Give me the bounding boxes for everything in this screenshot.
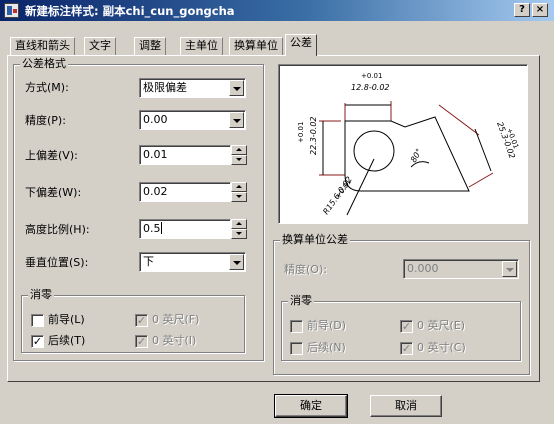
tolerance-format-title: 公差格式 [20, 57, 68, 71]
tab-lines-arrows[interactable]: 直线和箭头 [10, 37, 75, 55]
dimension-line [346, 158, 375, 216]
extension-line [468, 172, 494, 188]
title-bar[interactable]: 新建标注样式: 副本chi_cun_gongcha ? × [0, 0, 554, 21]
app-icon [4, 3, 19, 18]
tab-alternate-units[interactable]: 换算单位 [229, 37, 283, 55]
alt-trailing-checkbox[interactable] [290, 342, 303, 355]
alt-precision-dropdown-icon[interactable] [502, 261, 517, 277]
spin-down-icon[interactable] [231, 229, 247, 239]
alt-trailing-label: 后续(N) [307, 341, 346, 354]
window-title: 新建标注样式: 副本chi_cun_gongcha [25, 4, 235, 18]
dimension-style-dialog: 新建标注样式: 副本chi_cun_gongcha ? × 直线和箭头 文字 调… [0, 0, 554, 424]
spin-down-icon[interactable] [231, 192, 247, 202]
upper-value-input[interactable]: 0.01 [139, 145, 231, 165]
alt-unit-tolerance-title: 换算单位公差 [280, 233, 350, 247]
upper-value-spinner[interactable] [231, 145, 247, 165]
precision-dropdown-icon[interactable] [229, 112, 244, 128]
extension-line [438, 104, 480, 136]
lower-value-input[interactable]: 0.02 [139, 182, 231, 202]
zero-suppression-title: 消零 [28, 288, 54, 302]
close-button[interactable]: × [532, 3, 548, 17]
alt-inches-label: 0 英寸(C) [417, 341, 466, 354]
feet-label: 0 英尺(F) [152, 313, 200, 326]
alt-zero-suppression-title: 消零 [288, 294, 314, 308]
scaling-height-spinner[interactable] [231, 219, 247, 239]
alt-inches-checkbox[interactable]: ✓ [400, 342, 413, 355]
preview-pane: +0.01 12.8-0.02 +0.01 22.3-0.02 +0.01 25… [278, 64, 528, 224]
preview-drawing: +0.01 12.8-0.02 +0.01 22.3-0.02 +0.01 25… [297, 72, 520, 216]
alt-feet-label: 0 英尺(E) [417, 319, 466, 332]
precision-value: 0.00 [143, 113, 168, 126]
dim-top-upper: +0.01 [361, 72, 382, 80]
tab-fit[interactable]: 调整 [134, 37, 166, 55]
leading-checkbox[interactable] [31, 314, 44, 327]
tab-tolerances[interactable]: 公差 [285, 34, 317, 56]
cancel-button[interactable]: 取消 [370, 395, 442, 417]
dim-top-main: 12.8-0.02 [351, 83, 390, 92]
method-dropdown-icon[interactable] [229, 80, 244, 96]
dim-left-main: 22.3-0.02 [309, 116, 318, 155]
vertical-position-label: 垂直位置(S): [25, 256, 89, 269]
tab-text[interactable]: 文字 [84, 37, 116, 55]
help-button[interactable]: ? [514, 3, 530, 17]
ok-button[interactable]: 确定 [274, 394, 348, 418]
part-hole [353, 130, 395, 172]
inches-label: 0 英寸(I) [152, 334, 197, 347]
lower-value-label: 下偏差(W): [25, 186, 82, 199]
spin-up-icon[interactable] [231, 182, 247, 192]
alt-feet-checkbox[interactable]: ✓ [400, 320, 413, 333]
spin-up-icon[interactable] [231, 145, 247, 155]
spin-up-icon[interactable] [231, 219, 247, 229]
scaling-height-label: 高度比例(H): [25, 223, 90, 236]
alt-leading-checkbox[interactable] [290, 320, 303, 333]
vertical-position-value: 下 [143, 255, 154, 268]
alt-precision-value: 0.000 [407, 262, 439, 275]
text-caret [160, 222, 162, 234]
lower-value-spinner[interactable] [231, 182, 247, 202]
dimension-line [474, 128, 492, 172]
precision-select[interactable]: 0.00 [139, 110, 246, 130]
method-value: 极限偏差 [143, 81, 187, 94]
trailing-checkbox[interactable]: ✓ [31, 335, 44, 348]
upper-value-label: 上偏差(V): [25, 149, 78, 162]
feet-checkbox[interactable]: ✓ [135, 314, 148, 327]
scaling-height-input[interactable]: 0.5 [139, 219, 231, 239]
alt-precision-label: 精度(O): [284, 263, 327, 276]
dim-left-upper: +0.01 [297, 122, 305, 143]
vertical-position-dropdown-icon[interactable] [229, 254, 244, 270]
leading-label: 前导(L) [48, 313, 85, 326]
upper-value-text: 0.01 [143, 148, 168, 161]
trailing-label: 后续(T) [48, 334, 86, 347]
tab-primary-units[interactable]: 主单位 [180, 37, 223, 55]
alt-precision-select[interactable]: 0.000 [403, 259, 519, 279]
alt-leading-label: 前导(D) [307, 319, 347, 332]
method-select[interactable]: 极限偏差 [139, 78, 246, 98]
scaling-height-text: 0.5 [143, 222, 161, 235]
method-label: 方式(M): [25, 81, 69, 94]
lower-value-text: 0.02 [143, 185, 168, 198]
precision-label: 精度(P): [25, 114, 66, 127]
vertical-position-select[interactable]: 下 [139, 252, 246, 272]
inches-checkbox[interactable]: ✓ [135, 335, 148, 348]
spin-down-icon[interactable] [231, 155, 247, 165]
